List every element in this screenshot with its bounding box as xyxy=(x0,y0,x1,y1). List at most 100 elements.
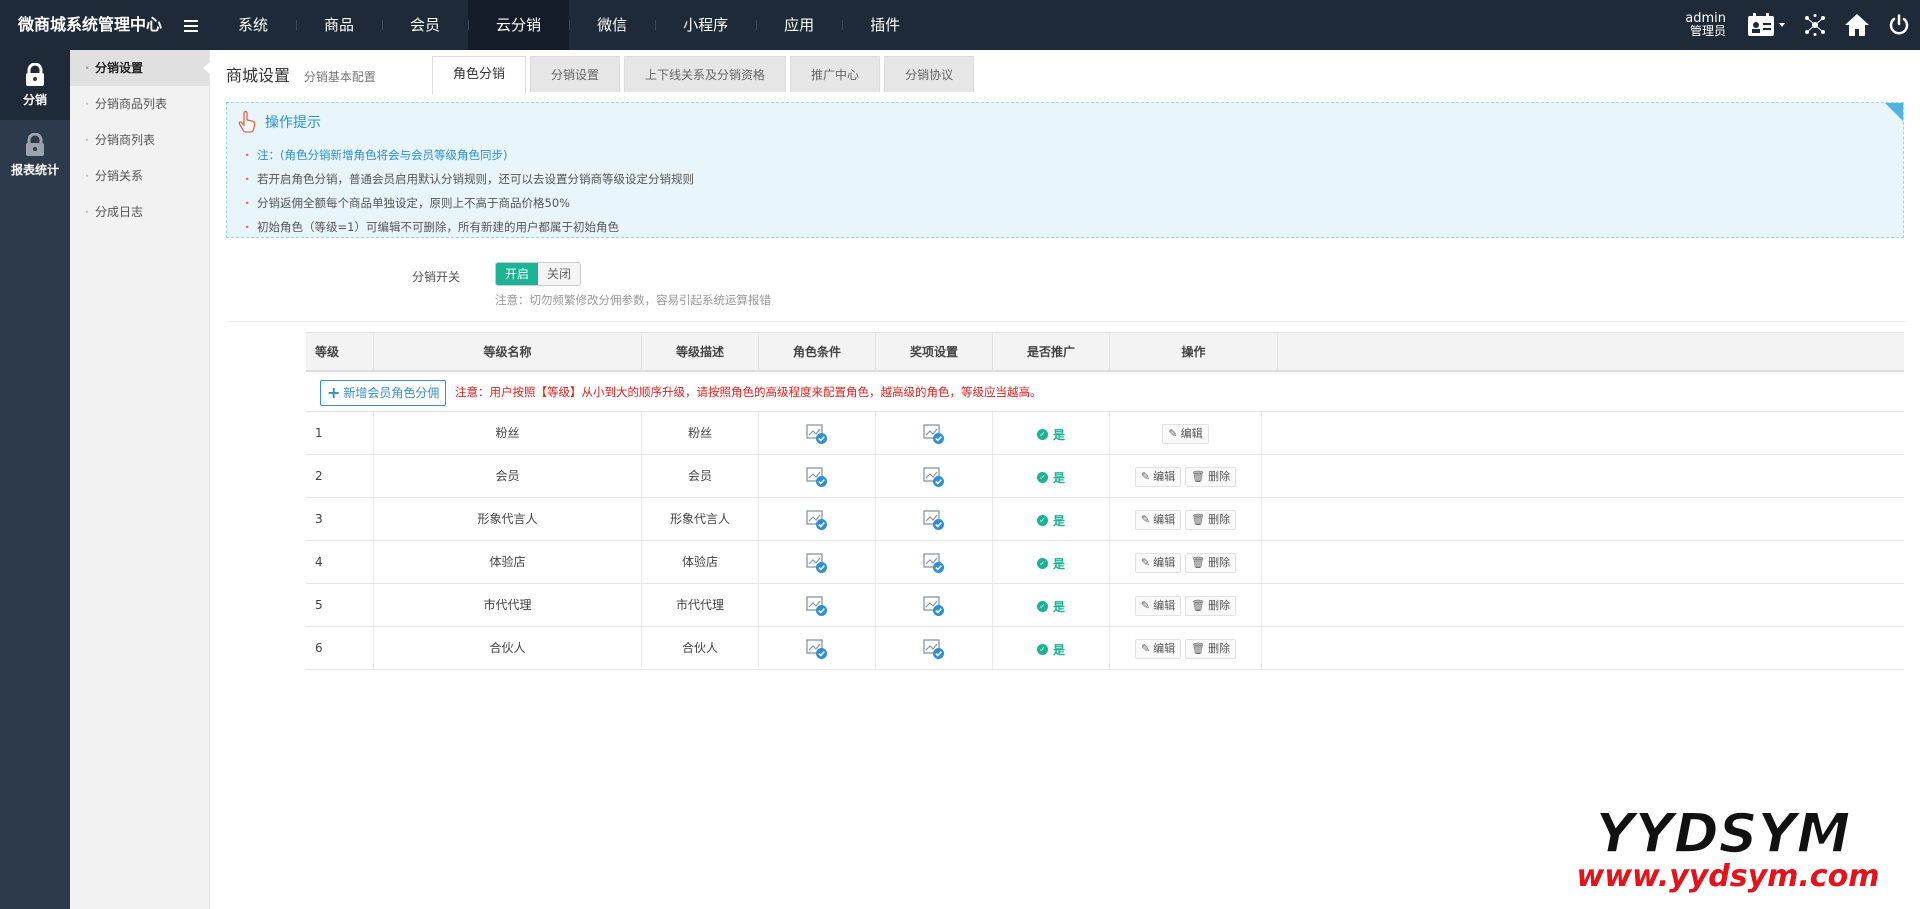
tip-item: 初始角色（等级=1）可编辑不可删除，所有新建的用户都属于初始角色 xyxy=(245,215,694,239)
table-row: 3 形象代言人 形象代言人 ✓ 是 ✎ 编辑 🗑 删除 xyxy=(306,498,1904,541)
role-table: 等级 等级名称 等级描述 角色条件 奖项设置 是否推广 操作 + 新增会员角色分… xyxy=(306,332,1904,670)
top-nav-apps[interactable]: 应用 xyxy=(756,0,842,50)
power-icon[interactable] xyxy=(1878,0,1920,50)
role-condition-icon[interactable] xyxy=(806,552,828,574)
edit-label: 编辑 xyxy=(1153,641,1176,655)
upgrade-notice: 注意：用户按照【等级】从小到大的顺序升级，请按照角色的高级程度来配置角色，越高级… xyxy=(455,385,1042,399)
user-info[interactable]: admin 管理员 xyxy=(1685,12,1726,38)
sidebar-item-distribution-settings[interactable]: 分销设置 xyxy=(70,50,210,86)
table-notice-row: + 新增会员角色分佣 注意：用户按照【等级】从小到大的顺序升级，请按照角色的高级… xyxy=(306,372,1904,412)
tab-distribution-settings[interactable]: 分销设置 xyxy=(530,56,621,92)
reward-settings-icon[interactable] xyxy=(923,552,945,574)
role-condition-icon[interactable] xyxy=(806,423,828,445)
reward-settings-icon[interactable] xyxy=(923,509,945,531)
tip-item: 注：(角色分销新增角色将会与会员等级角色同步) xyxy=(245,143,694,167)
module-distribution[interactable]: 分销 xyxy=(0,50,70,120)
role-condition-icon[interactable] xyxy=(806,466,828,488)
level-cell: 6 xyxy=(306,627,374,669)
reward-settings-cell xyxy=(876,412,993,454)
edit-button[interactable]: ✎ 编辑 xyxy=(1134,595,1182,616)
sub-sidebar: 分销设置 分销商品列表 分销商列表 分销关系 分成日志 xyxy=(70,50,210,909)
edit-button[interactable]: ✎ 编辑 xyxy=(1162,423,1209,444)
promote-cell: ✓ 是 xyxy=(993,584,1110,626)
name-cell: 粉丝 xyxy=(374,412,642,454)
top-nav-goods[interactable]: 商品 xyxy=(296,0,382,50)
col-promote: 是否推广 xyxy=(993,333,1110,371)
desc-cell: 会员 xyxy=(642,455,759,497)
reward-settings-icon[interactable] xyxy=(923,466,945,488)
check-circle-icon: ✓ xyxy=(1036,472,1048,483)
tab-relations-qualification[interactable]: 上下线关系及分销资格 xyxy=(624,56,787,92)
promote-cell: ✓ 是 xyxy=(993,455,1110,497)
delete-label: 删除 xyxy=(1208,512,1231,526)
desc-cell: 粉丝 xyxy=(642,412,759,454)
top-nav-cloud-distribution[interactable]: 云分销 xyxy=(468,0,570,50)
toggle-on-option[interactable]: 开启 xyxy=(496,263,539,285)
edit-label: 编辑 xyxy=(1153,469,1176,483)
role-condition-icon[interactable] xyxy=(806,638,828,660)
role-condition-cell xyxy=(759,627,876,669)
user-card-icon[interactable] xyxy=(1740,0,1794,50)
module-reports-label: 报表统计 xyxy=(10,162,59,177)
top-nav-members[interactable]: 会员 xyxy=(382,0,468,50)
top-nav-mini-program[interactable]: 小程序 xyxy=(655,0,756,50)
reward-settings-icon[interactable] xyxy=(923,638,945,660)
actions-cell: ✎ 编辑 xyxy=(1110,412,1262,454)
role-condition-cell xyxy=(759,541,876,583)
actions-cell: ✎ 编辑 🗑 删除 xyxy=(1110,541,1262,583)
delete-button[interactable]: 🗑 删除 xyxy=(1185,595,1237,616)
top-nav-plugins[interactable]: 插件 xyxy=(842,0,928,50)
lock-icon xyxy=(26,62,44,86)
edit-icon: ✎ xyxy=(1140,598,1151,612)
reward-settings-cell xyxy=(876,584,993,626)
home-icon[interactable] xyxy=(1836,0,1878,50)
promote-text: 是 xyxy=(1052,513,1065,528)
top-nav-wechat[interactable]: 微信 xyxy=(569,0,655,50)
top-nav-system[interactable]: 系统 xyxy=(210,0,296,50)
delete-button[interactable]: 🗑 删除 xyxy=(1185,638,1237,659)
watermark-line1: YYDSYM xyxy=(1596,802,1851,865)
edit-label: 编辑 xyxy=(1153,512,1176,526)
delete-button[interactable]: 🗑 删除 xyxy=(1185,509,1237,530)
delete-button[interactable]: 🗑 删除 xyxy=(1185,552,1237,573)
reward-settings-icon[interactable] xyxy=(923,423,945,445)
col-desc: 等级描述 xyxy=(642,333,759,371)
delete-button[interactable]: 🗑 删除 xyxy=(1185,466,1237,487)
trash-icon: 🗑 xyxy=(1191,641,1206,655)
desc-cell: 形象代言人 xyxy=(642,498,759,540)
sidebar-item-distribution-goods[interactable]: 分销商品列表 xyxy=(70,86,209,122)
edit-button[interactable]: ✎ 编辑 xyxy=(1134,509,1182,530)
plus-icon: + xyxy=(327,383,341,402)
top-bar: 微商城系统管理中心 系统 商品 会员 云分销 微信 小程序 应用 插件 admi… xyxy=(0,0,1920,50)
sidebar-item-commission-log[interactable]: 分成日志 xyxy=(70,194,209,230)
top-right-tools: admin 管理员 xyxy=(1685,0,1920,50)
check-circle-icon: ✓ xyxy=(1036,601,1048,612)
tip-item: 分销返佣全额每个商品单独设定，原则上不高于商品价格50% xyxy=(245,191,694,215)
edit-button[interactable]: ✎ 编辑 xyxy=(1134,552,1182,573)
desc-cell: 市代代理 xyxy=(642,584,759,626)
toggle-off-option[interactable]: 关闭 xyxy=(538,263,581,285)
sidebar-item-distributors[interactable]: 分销商列表 xyxy=(70,122,209,158)
tab-promotion-center[interactable]: 推广中心 xyxy=(790,56,881,92)
name-cell: 形象代言人 xyxy=(374,498,642,540)
tab-distribution-agreement[interactable]: 分销协议 xyxy=(884,56,975,92)
add-role-button[interactable]: + 新增会员角色分佣 xyxy=(320,380,447,406)
trash-icon: 🗑 xyxy=(1191,512,1206,526)
promote-text: 是 xyxy=(1052,556,1065,571)
distribution-toggle[interactable]: 开启 关闭 xyxy=(495,262,582,286)
edit-button[interactable]: ✎ 编辑 xyxy=(1134,638,1182,659)
edit-button[interactable]: ✎ 编辑 xyxy=(1134,466,1182,487)
collapse-corner-icon[interactable] xyxy=(1885,103,1903,121)
level-cell: 2 xyxy=(306,455,374,497)
menu-toggle-icon[interactable] xyxy=(184,20,198,32)
reward-settings-icon[interactable] xyxy=(923,595,945,617)
network-icon[interactable] xyxy=(1794,0,1836,50)
sidebar-item-relations[interactable]: 分销关系 xyxy=(70,158,209,194)
promote-status: ✓ 是 xyxy=(1036,457,1065,499)
role-condition-icon[interactable] xyxy=(806,509,828,531)
edit-label: 编辑 xyxy=(1180,426,1203,440)
module-reports[interactable]: 报表统计 xyxy=(0,120,70,190)
tab-role-distribution[interactable]: 角色分销 xyxy=(432,56,527,94)
role-condition-icon[interactable] xyxy=(806,595,828,617)
page-subtitle: 分销基本配置 xyxy=(303,70,376,84)
